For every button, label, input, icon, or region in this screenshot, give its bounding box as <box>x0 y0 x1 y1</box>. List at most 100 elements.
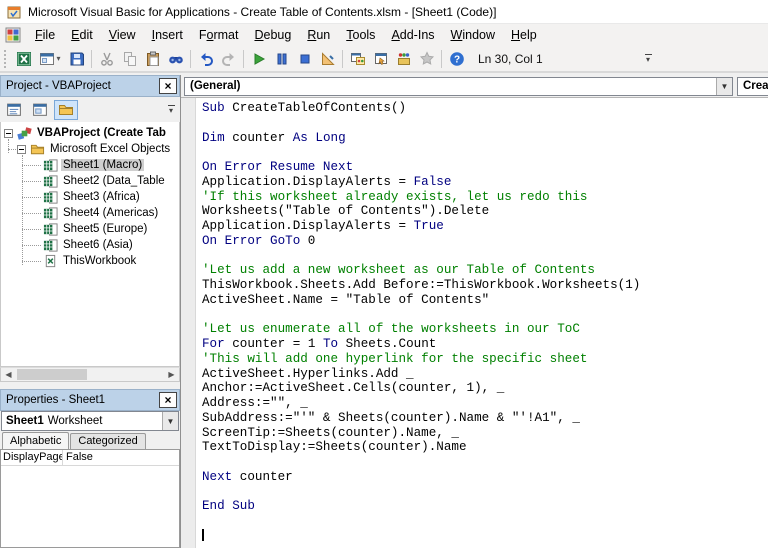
menu-window[interactable]: Window <box>443 26 503 44</box>
sheet-icon <box>43 158 58 173</box>
tree-item-excel-objects[interactable]: Microsoft Excel Objects <box>1 141 179 157</box>
property-value[interactable]: False <box>63 450 179 465</box>
help-button[interactable]: ? <box>445 47 468 70</box>
margin-indicator-bar[interactable] <box>181 98 196 548</box>
code-line-24: TextToDisplay:=Sheets(counter).Name <box>202 440 467 455</box>
code-line-17: For counter = 1 To Sheets.Count <box>202 337 437 351</box>
menu-debug[interactable]: Debug <box>246 26 299 44</box>
scrollbar-thumb[interactable] <box>17 369 87 380</box>
copy-button[interactable] <box>118 47 141 70</box>
menu-view[interactable]: View <box>101 26 144 44</box>
menu-addins[interactable]: Add-Ins <box>383 26 442 44</box>
tree-item-sheet5-europe[interactable]: Sheet5 (Europe) <box>1 221 179 237</box>
tree-guide-line <box>22 261 41 262</box>
properties-object-dropdown[interactable]: Sheet1 Worksheet ▼ <box>1 411 179 431</box>
toolbox-button[interactable] <box>415 47 438 70</box>
scroll-right-arrow[interactable]: ▶ <box>164 368 179 381</box>
tree-item-sheet6-asia[interactable]: Sheet6 (Asia) <box>1 237 179 253</box>
menu-help[interactable]: Help <box>503 26 545 44</box>
dropdown-arrow-icon[interactable]: ▼ <box>162 412 178 430</box>
tree-guide-line <box>22 165 41 166</box>
tree-guide-line <box>22 181 41 182</box>
find-icon <box>168 51 184 67</box>
sheet-icon <box>43 190 58 205</box>
collapse-box-icon[interactable] <box>17 144 26 154</box>
paste-button[interactable] <box>141 47 164 70</box>
properties-panel-close-button[interactable]: × <box>159 392 177 408</box>
tree-guide-line <box>8 149 16 150</box>
menu-insert[interactable]: Insert <box>144 26 191 44</box>
code-text-area[interactable]: Sub CreateTableOfContents() Dim counter A… <box>196 98 768 548</box>
object-browser-button[interactable] <box>392 47 415 70</box>
toolbar-options-chevron[interactable]: ▾ <box>641 48 655 70</box>
excel-icon <box>16 51 32 67</box>
view-microsoft-excel-button[interactable] <box>12 47 35 70</box>
cut-button[interactable] <box>95 47 118 70</box>
project-panel-close-button[interactable]: × <box>159 78 177 94</box>
tree-item-sheet1-macro[interactable]: Sheet1 (Macro) <box>1 157 179 173</box>
sheet-icon <box>43 174 58 189</box>
project-explorer-button[interactable] <box>346 47 369 70</box>
tree-item-sheet2-data-table[interactable]: Sheet2 (Data_Table <box>1 173 179 189</box>
property-row[interactable]: DisplayPageBreaksFalse <box>1 450 179 466</box>
tree-item-sheet4-americas[interactable]: Sheet4 (Americas) <box>1 205 179 221</box>
tree-item-label: Sheet3 (Africa) <box>63 191 140 203</box>
menu-format[interactable]: Format <box>191 26 247 44</box>
cut-icon <box>99 51 115 67</box>
tree-item-label: Sheet6 (Asia) <box>63 239 133 251</box>
toolbar-separator <box>190 49 191 68</box>
sheet-icon <box>43 222 58 237</box>
menu-edit[interactable]: Edit <box>63 26 101 44</box>
procedure-dropdown-value: CreateTableOfContents <box>743 80 768 92</box>
folder-icon <box>58 102 74 118</box>
dropdown-arrow-icon[interactable]: ▼ <box>716 77 732 95</box>
view-code-button[interactable] <box>2 100 26 120</box>
tab-alphabetic[interactable]: Alphabetic <box>2 432 70 449</box>
project-panel-header: Project - VBAProject × <box>0 75 180 97</box>
object-type: Worksheet <box>47 415 103 427</box>
dropdown-arrow-icon[interactable]: ▾ <box>56 54 60 63</box>
viewobject-icon <box>32 102 48 118</box>
panel-splitter[interactable] <box>0 382 180 389</box>
menu-run[interactable]: Run <box>299 26 338 44</box>
project-toolbar-options-chevron[interactable]: ▾ <box>164 99 178 121</box>
menu-tools[interactable]: Tools <box>338 26 383 44</box>
break-button[interactable] <box>270 47 293 70</box>
collapse-box-icon[interactable] <box>4 128 13 138</box>
project-panel-toolbar: ▾ <box>0 97 180 122</box>
toolbox-icon <box>419 50 435 67</box>
redo-icon <box>221 51 237 67</box>
insert-userform-button[interactable]: ▾ <box>35 47 65 70</box>
toolbar-drag-handle[interactable] <box>4 49 8 68</box>
tree-guide-line <box>22 229 41 230</box>
find-button[interactable] <box>164 47 187 70</box>
toggle-folders-button[interactable] <box>54 99 78 120</box>
menu-file[interactable]: File <box>27 26 63 44</box>
code-line-1: Sub CreateTableOfContents() <box>202 101 407 115</box>
run-button[interactable] <box>247 47 270 70</box>
project-panel-title: Project - VBAProject <box>6 80 111 92</box>
save-icon <box>69 51 85 67</box>
folder-icon <box>30 142 45 157</box>
tree-guide-line <box>22 245 41 246</box>
tree-guide-line <box>22 197 41 198</box>
tab-categorized[interactable]: Categorized <box>70 433 146 449</box>
tree-item-thisworkbook[interactable]: ThisWorkbook <box>1 253 179 269</box>
viewcode-icon <box>6 102 22 118</box>
undo-button[interactable] <box>194 47 217 70</box>
reset-button[interactable] <box>293 47 316 70</box>
tree-item-vbaproject[interactable]: VBAProject (Create Tab <box>1 125 179 141</box>
object-dropdown[interactable]: (General) ▼ <box>184 76 733 96</box>
properties-window-button[interactable] <box>369 47 392 70</box>
tree-item-sheet3-africa[interactable]: Sheet3 (Africa) <box>1 189 179 205</box>
design-mode-button[interactable] <box>316 47 339 70</box>
redo-button[interactable] <box>217 47 240 70</box>
scroll-left-arrow[interactable]: ◀ <box>1 368 16 381</box>
view-object-button[interactable] <box>28 100 52 120</box>
project-icon <box>17 126 32 141</box>
procedure-dropdown[interactable]: CreateTableOfContents <box>737 76 768 96</box>
save-button[interactable] <box>65 47 88 70</box>
